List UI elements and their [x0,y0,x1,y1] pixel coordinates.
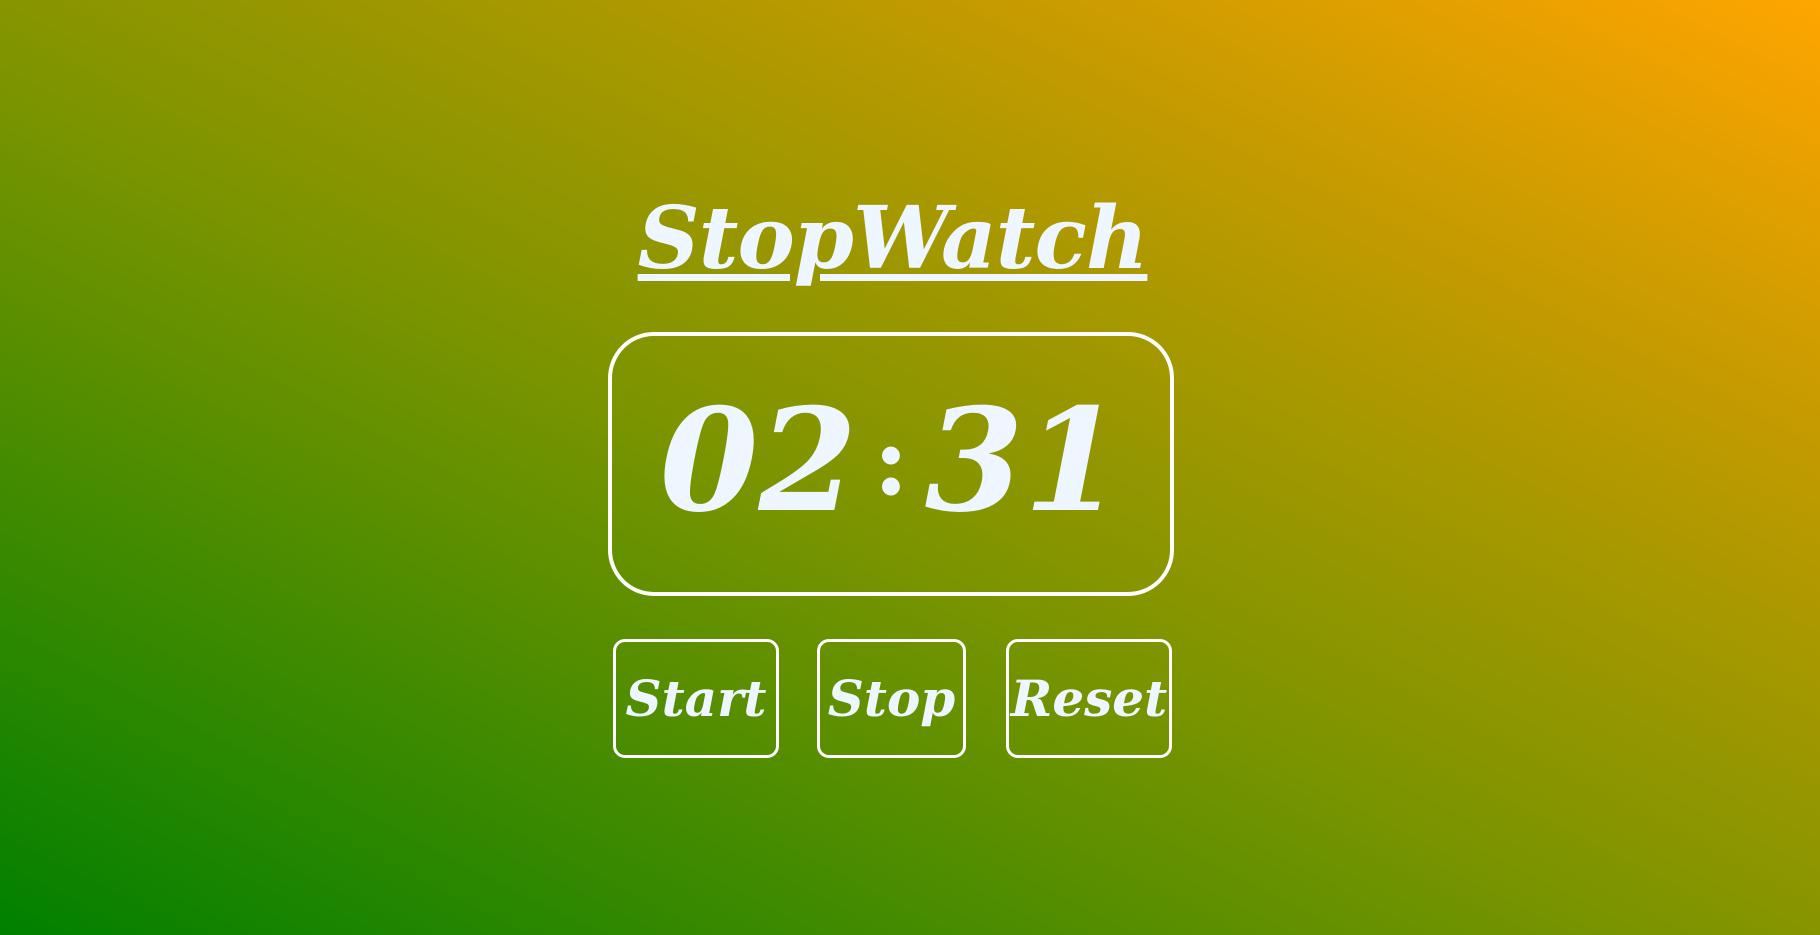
reset-button[interactable]: Reset [1006,639,1172,758]
start-button[interactable]: Start [613,639,779,758]
page-title: StopWatch [637,188,1149,289]
time-separator: : [873,404,909,517]
stopwatch-app: StopWatch 02 : 31 Start Stop Reset [0,0,1820,935]
stop-button[interactable]: Stop [817,639,966,758]
time-readout: 02 : 31 [660,390,1123,532]
minutes-value: 02 [659,378,858,544]
time-display: 02 : 31 [608,332,1174,596]
seconds-value: 31 [924,378,1123,544]
